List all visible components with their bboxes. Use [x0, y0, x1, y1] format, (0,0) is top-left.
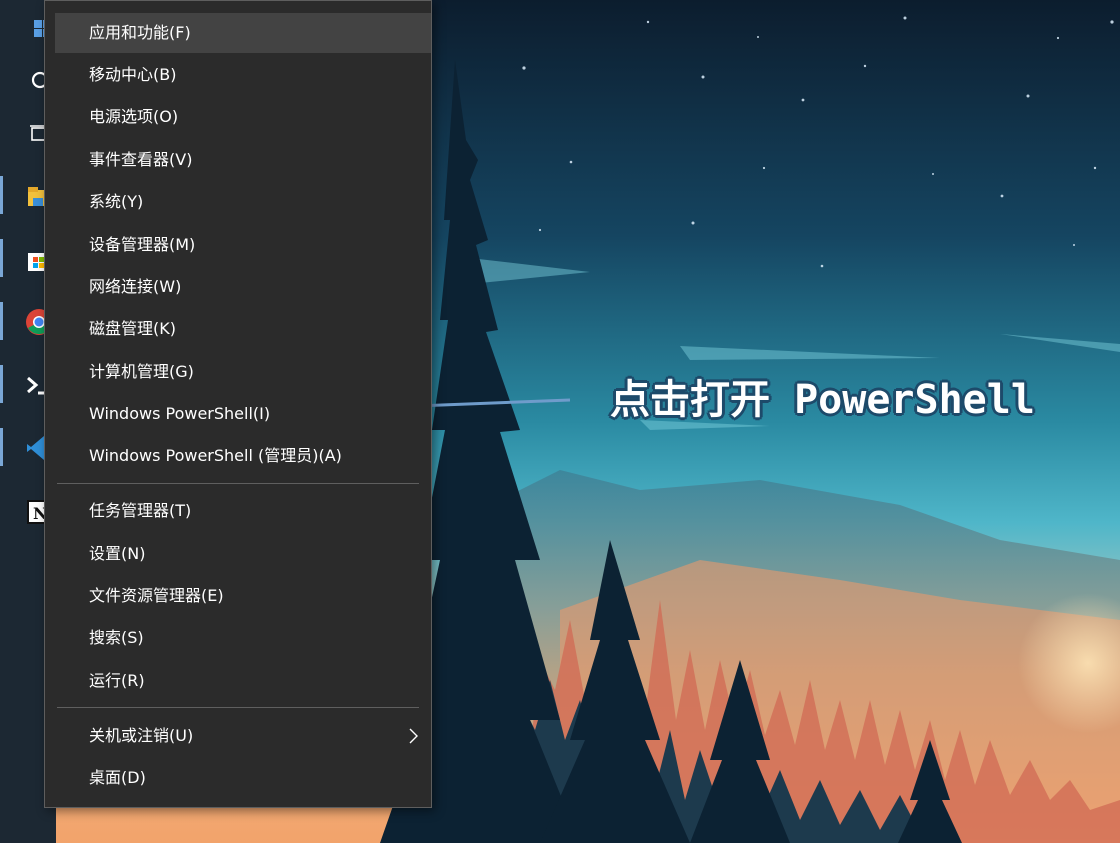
- active-indicator: [0, 428, 3, 466]
- menu-item-shutdown-signout[interactable]: 关机或注销(U): [55, 716, 431, 756]
- menu-item-computer-management[interactable]: 计算机管理(G): [55, 352, 431, 392]
- menu-item-desktop[interactable]: 桌面(D): [55, 758, 431, 798]
- chevron-right-icon: [409, 728, 418, 744]
- menu-item-mobility-center[interactable]: 移动中心(B): [55, 55, 431, 95]
- menu-item-disk-management[interactable]: 磁盘管理(K): [55, 309, 431, 349]
- active-indicator: [0, 176, 3, 214]
- menu-item-apps-features[interactable]: 应用和功能(F): [55, 13, 431, 53]
- menu-item-file-explorer[interactable]: 文件资源管理器(E): [55, 576, 431, 616]
- menu-item-task-manager[interactable]: 任务管理器(T): [55, 491, 431, 531]
- active-indicator: [0, 365, 3, 403]
- menu-item-label: 关机或注销(U): [89, 726, 194, 745]
- active-indicator: [0, 302, 3, 340]
- active-indicator: [0, 239, 3, 277]
- menu-separator: [57, 483, 419, 484]
- menu-item-network-connections[interactable]: 网络连接(W): [55, 267, 431, 307]
- winx-context-menu: 应用和功能(F) 移动中心(B) 电源选项(O) 事件查看器(V) 系统(Y) …: [44, 0, 432, 808]
- menu-item-device-manager[interactable]: 设备管理器(M): [55, 225, 431, 265]
- menu-item-power-options[interactable]: 电源选项(O): [55, 97, 431, 137]
- menu-item-system[interactable]: 系统(Y): [55, 182, 431, 222]
- menu-item-search[interactable]: 搜索(S): [55, 618, 431, 658]
- menu-item-windows-powershell[interactable]: Windows PowerShell(I): [55, 394, 431, 434]
- menu-item-run[interactable]: 运行(R): [55, 661, 431, 701]
- menu-item-settings[interactable]: 设置(N): [55, 534, 431, 574]
- menu-separator: [57, 707, 419, 708]
- annotation-label: 点击打开 PowerShell: [610, 377, 1035, 423]
- menu-item-windows-powershell-admin[interactable]: Windows PowerShell (管理员)(A): [55, 436, 431, 476]
- menu-item-event-viewer[interactable]: 事件查看器(V): [55, 140, 431, 180]
